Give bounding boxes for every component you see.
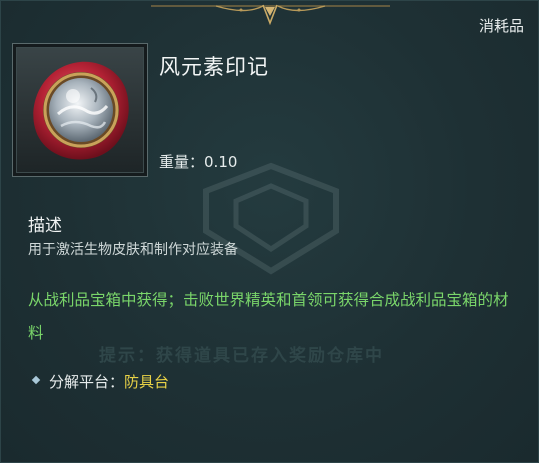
description-text: 用于激活生物皮肤和制作对应装备 xyxy=(28,242,238,258)
disassembly-platform-row: 分解平台： 防具台 xyxy=(31,371,170,392)
item-type-label: 消耗品 xyxy=(478,17,524,35)
diamond-bullet-icon xyxy=(31,375,41,384)
disassembly-value: 防具台 xyxy=(124,373,170,391)
item-icon-slot xyxy=(12,43,148,177)
watermark-emblem-icon xyxy=(203,162,339,275)
storage-hint-text: 提示：获得道具已存入奖励仓库中 xyxy=(99,346,384,366)
wind-element-seal-icon xyxy=(33,61,129,160)
top-ornament-icon xyxy=(151,4,390,26)
disassembly-label: 分解平台： xyxy=(49,373,125,391)
item-name: 风元素印记 xyxy=(159,55,269,79)
item-tooltip: 消耗品 风元素印记 重量：0.10 描述 用于激活生物皮肤和制作对应装备 从战利… xyxy=(0,0,539,463)
description-title: 描述 xyxy=(28,216,62,236)
